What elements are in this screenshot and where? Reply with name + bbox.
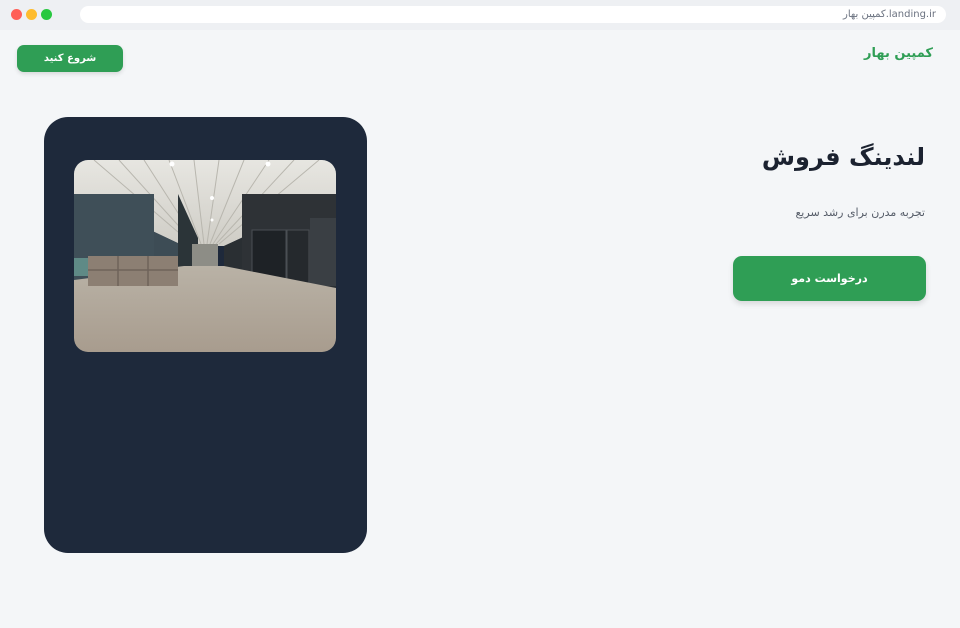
request-demo-button[interactable]: درخواست دمو bbox=[733, 256, 926, 301]
minimize-window-dot[interactable] bbox=[26, 9, 37, 20]
close-window-dot[interactable] bbox=[11, 9, 22, 20]
get-started-button[interactable]: شروع کنید bbox=[17, 45, 123, 72]
address-bar[interactable]: کمپین بهار.landing.ir bbox=[80, 6, 946, 23]
office-corridor-image bbox=[74, 160, 336, 352]
hero-image-card bbox=[44, 117, 367, 553]
brand-logo[interactable]: کمپین بهار bbox=[864, 46, 933, 61]
browser-chrome: کمپین بهار.landing.ir bbox=[0, 0, 960, 30]
maximize-window-dot[interactable] bbox=[41, 9, 52, 20]
hero-title: لندینگ فروش bbox=[761, 143, 925, 171]
hero-subtitle: تجربه مدرن برای رشد سریع bbox=[795, 206, 925, 219]
